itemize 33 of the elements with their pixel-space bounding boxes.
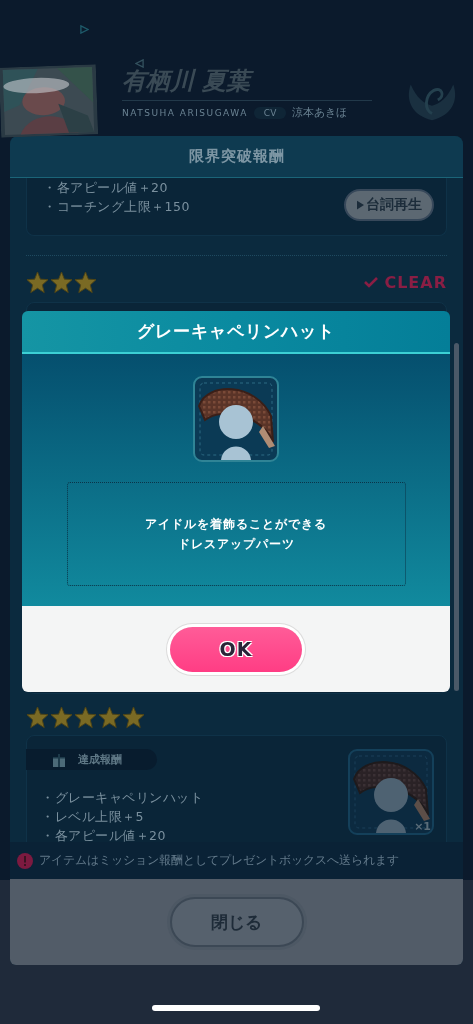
hat-avatar-icon <box>193 376 279 462</box>
notice-text: アイテムはミッション報酬としてプレゼントボックスへ送られます <box>39 852 399 869</box>
warning-icon <box>17 852 33 869</box>
star-icon <box>50 270 73 294</box>
reward-line: ・コーチング上限＋150 <box>43 198 190 216</box>
reward-line: ・レベル上限＋5 <box>41 808 145 826</box>
triangle-icon <box>80 25 89 34</box>
character-romaji: NATSUHA ARISUGAWA <box>122 107 248 118</box>
star-icon <box>74 706 97 729</box>
triangle-icon <box>135 59 144 68</box>
close-button[interactable]: 閉じる <box>169 897 304 947</box>
play-icon <box>356 200 364 210</box>
panel-title: 限界突破報酬 <box>188 147 285 166</box>
reward-line: ・各アピール値＋20 <box>43 179 169 197</box>
star-icon <box>50 706 73 729</box>
reward-line: ・グレーキャペリンハット <box>41 789 203 807</box>
description-line: ドレスアップパーツ <box>176 536 296 553</box>
item-count: ×1 <box>414 820 431 833</box>
gift-icon <box>52 752 66 767</box>
tag-label: 達成報酬 <box>78 752 122 767</box>
description-line: アイドルを着飾ることができる <box>145 516 327 533</box>
reward-line: ・各アピール値＋20 <box>41 827 167 842</box>
dialog-title: グレーキャペリンハット <box>137 320 335 343</box>
play-voice-button[interactable]: 台詞再生 <box>344 189 434 221</box>
voice-actor-name: 涼本あきほ <box>292 105 348 120</box>
star-icon <box>122 706 145 729</box>
star-icon <box>26 270 49 294</box>
hat-avatar-icon <box>348 749 434 835</box>
star-icon <box>26 706 49 729</box>
cv-label: CV <box>253 106 287 119</box>
star-icon <box>98 706 121 729</box>
clear-status: CLEAR <box>384 272 447 292</box>
star-icon <box>74 270 97 294</box>
